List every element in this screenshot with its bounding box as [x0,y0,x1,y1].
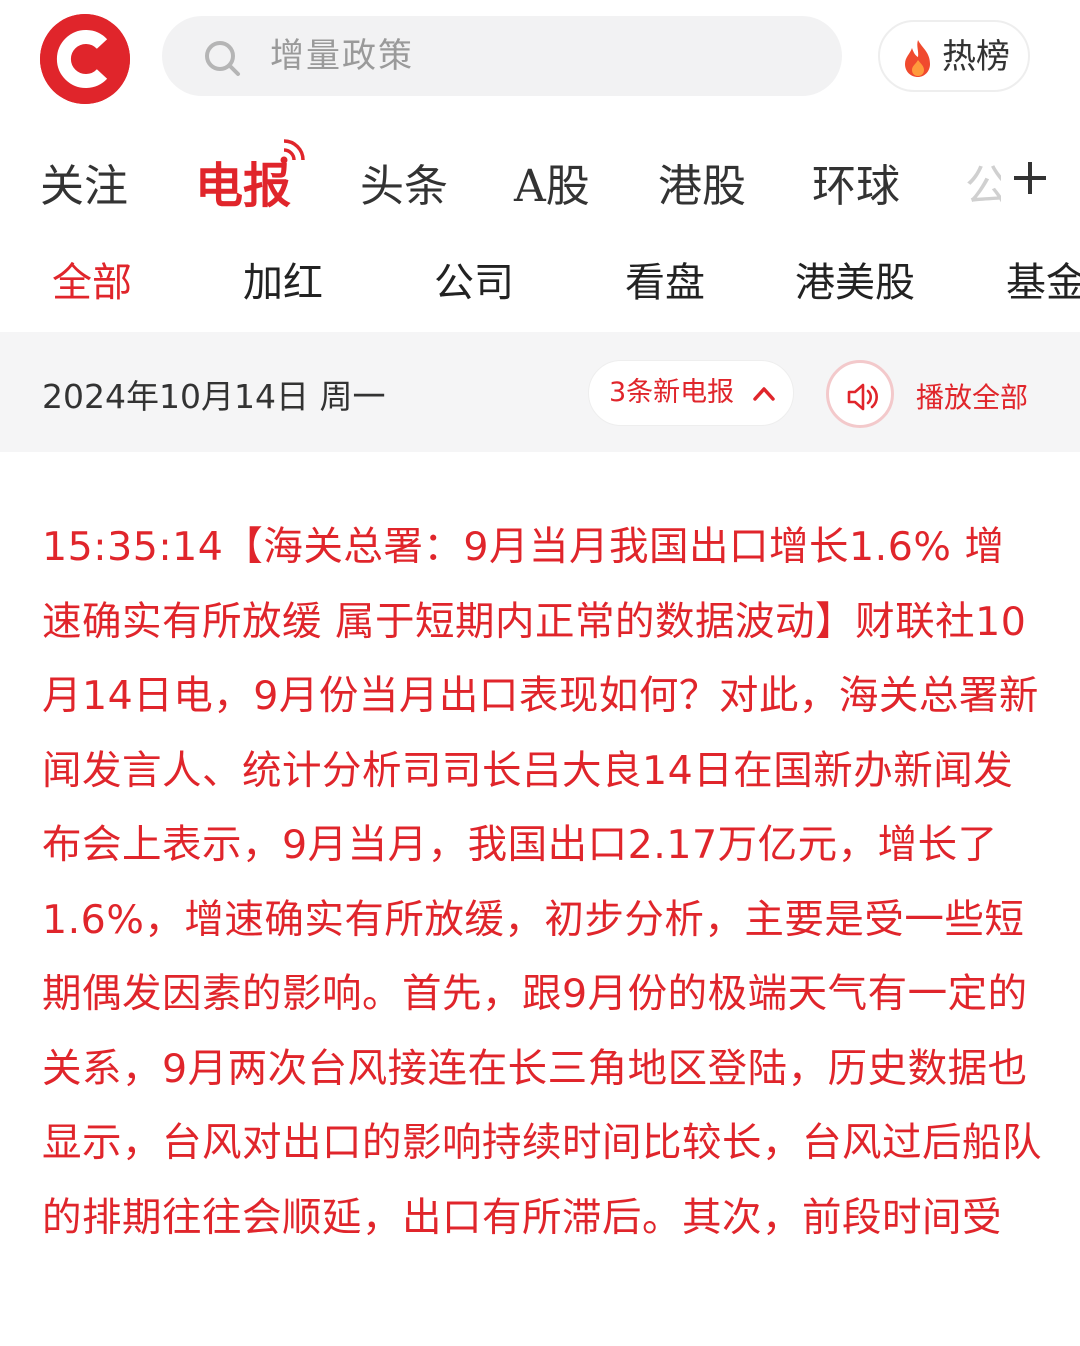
sub-tabs: 全部 加红 公司 看盘 港美股 基金 [0,240,1080,320]
hot-list-button[interactable]: 热榜 [878,20,1030,92]
play-all-label[interactable]: 播放全部 [916,376,1028,416]
article-body: 财联社10月14日电，9月份当月出口表现如何？对此，海关总署新闻发言人、统计分析… [42,598,1042,1241]
tab-headlines[interactable]: 头条 [360,150,448,214]
live-signal-icon [280,139,305,164]
top-bar: 增量政策 热榜 [0,0,1080,115]
tab-telegraph[interactable]: 电报 [195,146,291,216]
tab-global[interactable]: 环球 [812,150,900,214]
subtab-funds[interactable]: 基金 [1006,250,1080,308]
hot-list-label: 热榜 [942,37,1010,77]
tab-a-shares[interactable]: A股 [514,150,590,214]
tab-hk-stocks[interactable]: 港股 [658,150,746,214]
chevron-up-icon [753,387,775,401]
subtab-all[interactable]: 全部 [52,250,132,308]
channel-tabs: 关注 电报 头条 A股 港股 环球 公 [0,130,1080,230]
search-icon [205,41,240,76]
logo-c-icon [40,14,130,104]
flame-icon [905,40,930,77]
tab-follow[interactable]: 关注 [40,150,128,214]
subtab-hk-us-stocks[interactable]: 港美股 [795,250,915,308]
tab-more-faded[interactable]: 公 [965,150,1001,214]
subtab-company[interactable]: 公司 [434,250,514,308]
search-bar[interactable]: 增量政策 [162,16,842,96]
date-bar: 2024年10月14日 周一 3条新电报 播放全部 [0,332,1080,452]
app-logo[interactable] [40,14,130,104]
add-channel-icon[interactable] [1012,160,1048,196]
subtab-market-watch[interactable]: 看盘 [625,250,705,308]
new-telegraphs-label: 3条新电报 [609,377,735,408]
new-telegraphs-button[interactable]: 3条新电报 [588,360,794,426]
subtab-highlighted[interactable]: 加红 [243,250,323,308]
play-all-button[interactable] [826,360,894,428]
telegraph-article[interactable]: 15:35:14【海关总署：9月当月我国出口增长1.6% 增速确实有所放缓 属于… [42,510,1042,1255]
date-label: 2024年10月14日 周一 [42,377,386,416]
search-input[interactable]: 增量政策 [270,16,414,96]
article-time: 15:35:14 [42,524,224,570]
speaker-icon [847,383,878,411]
